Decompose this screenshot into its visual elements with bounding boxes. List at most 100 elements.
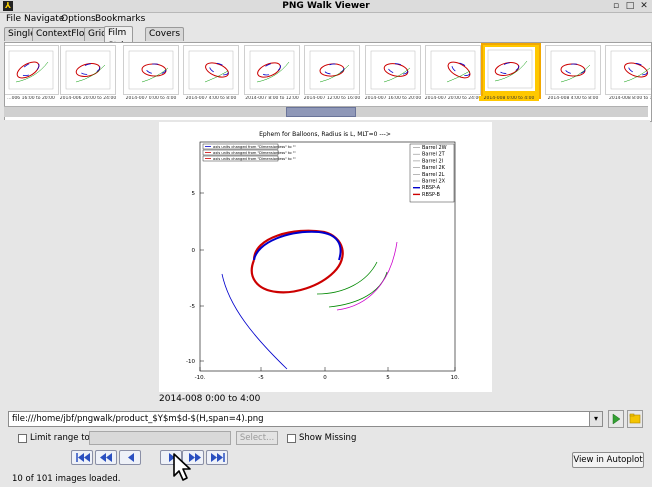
select-button[interactable]: Select... [236,431,278,445]
title-bar: ⅄ PNG Walk Viewer ▫ □ ✕ [0,0,652,13]
y-tick-label: 0 [192,248,196,254]
film-strip-thumbnail[interactable] [545,45,601,95]
film-strip-thumbnail[interactable] [60,45,116,95]
status-text: 10 of 101 images loaded. [12,474,121,484]
thumbnail-plot [368,48,418,92]
browse-folder-button[interactable] [627,410,643,428]
mouse-cursor-icon [173,453,191,481]
tab-film-strip[interactable]: Film Strip [104,26,134,51]
show-missing-checkbox[interactable] [287,434,296,443]
menu-bar: File Navigate Options Bookmarks [0,13,652,25]
plot-notes: axis units changed from "Dimensionless" … [202,143,296,162]
film-strip-caption: 2014-007 4:00 to 8:00 [185,96,237,101]
legend-entry: RBSP-B [422,192,441,198]
film-strip-caption: 2014-008 8:00 to 1… [609,96,651,101]
film-strip-caption: 2014-008 0:00 to 4:00 [479,96,539,101]
film-strip-caption: 2014-007 0:00 to 4:00 [125,96,177,101]
barrel-blue-curve [221,273,288,370]
film-strip-caption: 2014-008 4:00 to 8:00 [547,96,599,101]
film-strip-thumbnail[interactable] [304,45,360,95]
folder-icon [629,413,641,424]
x-tick-label: -10. [195,375,206,381]
minimize-icon[interactable]: ▫ [610,0,622,12]
fast-back-icon [100,453,112,462]
play-green-icon [612,413,621,425]
film-strip-caption: 2014-006 20:00 to 24:00 [59,96,117,101]
barrel-green-curve-2 [328,271,388,308]
maximize-icon[interactable]: □ [624,0,636,12]
plot-title: Ephem for Balloons, Radius is L, MLT=0 -… [259,131,391,138]
film-strip-thumbnail[interactable] [183,45,239,95]
film-strip-thumbnail[interactable] [123,45,179,95]
last-icon [211,453,225,462]
last-image-button[interactable] [206,450,228,465]
film-strip-thumbnail[interactable] [244,45,300,95]
note-2: axis units changed from "Dimensionless" … [213,151,296,155]
tab-covers[interactable]: Covers [145,27,185,41]
menu-options[interactable]: Options [61,13,96,25]
previous-button[interactable] [119,450,141,465]
legend-entry: Barrel 2I [422,158,443,164]
menu-bookmarks[interactable]: Bookmarks [95,13,145,25]
thumbnail-plot [126,48,176,92]
film-strip-caption: 2014-007 12:00 to 16:00 [303,96,361,101]
thumbnail-plot [6,48,56,92]
film-strip-caption: 2014-007 16:00 to 20:00 [364,96,422,101]
ephemeris-plot: Ephem for Balloons, Radius is L, MLT=0 -… [186,131,460,381]
go-button[interactable] [608,410,624,428]
x-tick-label: -5 [258,375,264,381]
axis-ticks: -10. -5 0 5 10. 5 0 -5 -10 [186,191,460,381]
y-tick-label: -5 [190,304,196,310]
rbsp-b-curve [250,229,344,294]
plot-caption: 2014-008 0:00 to 4:00 [159,394,261,404]
thumbnail-plot [608,48,651,92]
film-strip-caption: 2014-007 8:00 to 12:00 [245,96,299,101]
x-tick-label: 5 [386,375,390,381]
film-strip-thumbnail[interactable] [425,45,481,95]
range-field[interactable] [89,431,231,445]
film-strip-thumbnail[interactable] [481,43,541,99]
thumbnail-plot [428,48,478,92]
view-in-autoplot-button[interactable]: View in Autoplot [572,452,644,468]
show-missing-label: Show Missing [299,433,357,443]
legend-entry: Barrel 2X [422,179,446,185]
legend-entry: Barrel 2K [422,165,446,171]
thumbnail-plot [485,47,535,91]
film-strip-thumbnail[interactable] [605,45,651,95]
y-tick-label: -10 [186,359,195,365]
chevron-down-icon: ▾ [593,414,598,423]
film-strip-thumbnail[interactable] [5,45,59,95]
first-image-button[interactable] [71,450,93,465]
film-strip-caption: …006 16:00 to 20:00 [7,96,55,101]
note-1: axis units changed from "Dimensionless" … [213,145,296,149]
main-plot-image[interactable]: Ephem for Balloons, Radius is L, MLT=0 -… [159,122,492,392]
legend-entry: Barrel 2W [422,145,447,151]
limit-range-label: Limit range to: [30,433,93,443]
thumbnail-plot [63,48,113,92]
note-3: axis units changed from "Dimensionless" … [213,157,296,161]
jump-back-button[interactable] [95,450,117,465]
limit-range-checkbox[interactable] [18,434,27,443]
film-strip-scroll-thumb[interactable] [286,107,356,117]
legend-entry: RBSP-A [422,185,441,191]
url-template-field[interactable]: file:///home/jbf/pngwalk/product_$Y$m$d-… [8,411,591,427]
menu-navigate[interactable]: Navigate [24,13,64,25]
legend-entry: Barrel 2T [422,152,446,158]
thumbnail-plot [186,48,236,92]
back-icon [128,453,134,462]
film-strip-thumbnail[interactable] [365,45,421,95]
menu-file[interactable]: File [6,13,21,25]
url-dropdown-button[interactable]: ▾ [589,411,603,427]
x-tick-label: 10. [451,375,460,381]
film-strip-caption: 2014-007 20:00 to 24:00 [424,96,482,101]
thumbnail-plot [307,48,357,92]
thumbnail-plot [548,48,598,92]
plot-legend: Barrel 2WBarrel 2TBarrel 2IBarrel 2KBarr… [409,143,455,203]
close-icon[interactable]: ✕ [638,0,650,12]
legend-entry: Barrel 2L [422,172,445,178]
x-tick-label: 0 [323,375,327,381]
thumbnail-plot [247,48,297,92]
y-tick-label: 5 [192,191,196,197]
window-title: PNG Walk Viewer [282,1,370,11]
first-icon [76,453,90,462]
